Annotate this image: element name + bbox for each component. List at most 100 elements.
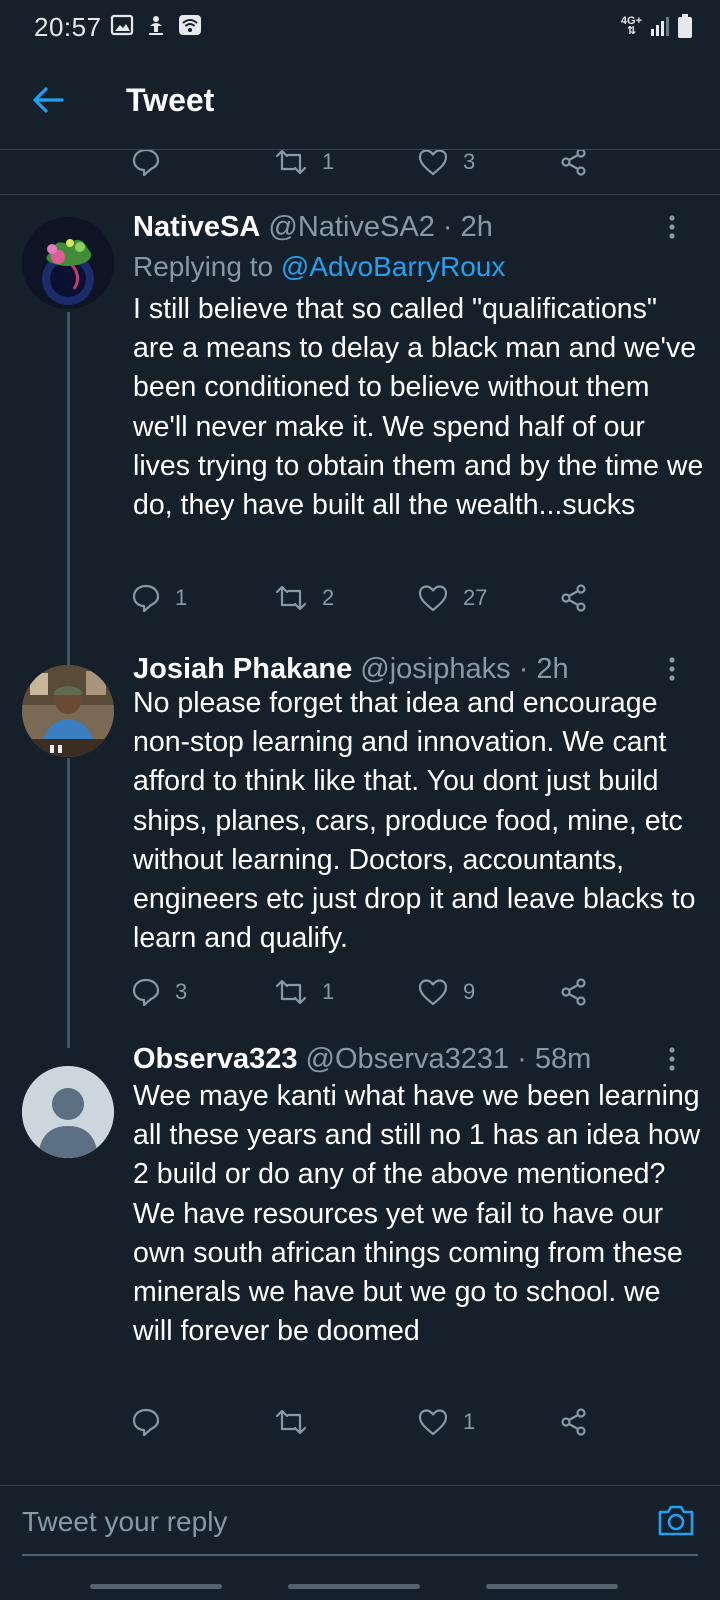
heart-icon [418, 1409, 448, 1436]
retweet-button[interactable] [274, 1404, 322, 1440]
retweet-button[interactable]: 1 [274, 974, 334, 1010]
handle[interactable]: @NativeSA2 [268, 211, 434, 243]
like-count: 3 [463, 150, 476, 174]
back-arrow-icon[interactable] [30, 82, 66, 118]
like-count: 9 [463, 979, 476, 1004]
like-count: 1 [463, 1409, 476, 1434]
share-icon [561, 978, 586, 1006]
status-system-icons: 4G+ ⇅ [621, 14, 692, 38]
battery-icon [678, 14, 692, 38]
avatar[interactable] [22, 1066, 114, 1158]
tweet-text: No please forget that idea and encourage… [133, 687, 696, 955]
default-profile-icon [22, 1066, 114, 1158]
reply-bar [0, 1485, 720, 1600]
mention-link[interactable]: @AdvoBarryRoux [281, 251, 506, 282]
share-button[interactable] [559, 974, 589, 1010]
reply-icon [132, 150, 160, 177]
camera-icon[interactable] [656, 1502, 696, 1538]
signal-icon [651, 17, 669, 36]
previous-tweet-actions: 1 3 [0, 150, 720, 195]
more-options-icon[interactable] [668, 214, 676, 240]
download-icon [149, 16, 163, 35]
like-count: 27 [463, 585, 488, 610]
reply-button[interactable]: 3 [131, 974, 187, 1010]
tweet-text: I still believe that so called "qualific… [133, 293, 704, 522]
tweet[interactable]: Observa323 @Observa3231 · 58m Wee maye k… [0, 1043, 720, 1480]
share-button[interactable] [559, 1404, 589, 1440]
status-bar: 20:57 4G+ ⇅ [0, 0, 720, 50]
like-button[interactable]: 3 [417, 150, 475, 180]
reply-button[interactable] [131, 1404, 175, 1440]
wifi-icon [179, 15, 201, 35]
retweet-count: 1 [322, 150, 335, 174]
retweet-icon [275, 150, 307, 175]
status-time: 20:57 [34, 12, 102, 42]
status-notification-icons [110, 14, 202, 36]
like-button[interactable]: 9 [417, 974, 475, 1010]
retweet-count: 2 [322, 585, 335, 610]
reply-icon [132, 584, 160, 613]
reply-button[interactable] [131, 150, 175, 180]
timestamp: · 2h [518, 653, 569, 685]
retweet-icon [275, 585, 307, 611]
avatar[interactable] [22, 665, 114, 757]
reply-count: 3 [175, 979, 188, 1004]
action-bar: 1 2 27 [131, 580, 611, 616]
share-icon [561, 150, 586, 176]
share-icon [561, 584, 586, 612]
display-name[interactable]: Josiah Phakane [133, 653, 352, 685]
action-bar: 1 [131, 1404, 611, 1440]
display-name[interactable]: Observa323 [133, 1043, 297, 1075]
action-bar: 3 1 9 [131, 974, 611, 1010]
handle[interactable]: @josiphaks [360, 653, 510, 685]
more-options-icon[interactable] [668, 1046, 676, 1072]
person-photo-avatar-image [22, 665, 114, 757]
thread-line [67, 638, 70, 666]
share-button[interactable] [559, 150, 589, 180]
reply-count: 1 [175, 585, 188, 610]
display-name[interactable]: NativeSA [133, 211, 260, 243]
thread-line [67, 312, 70, 648]
reply-button[interactable]: 1 [131, 580, 187, 616]
page-title: Tweet [126, 82, 215, 118]
thread-line [67, 758, 70, 1048]
flower-vase-avatar-image [22, 217, 114, 309]
retweet-icon [275, 1409, 307, 1435]
image-icon [110, 14, 134, 36]
timestamp: · 2h [442, 211, 493, 243]
app-header: Tweet [0, 50, 720, 150]
nav-back[interactable] [486, 1584, 618, 1589]
heart-icon [418, 150, 448, 176]
retweet-icon [275, 979, 307, 1005]
reply-icon [132, 978, 160, 1007]
tweet-header: Josiah Phakane @josiphaks · 2h [133, 650, 660, 688]
nav-home[interactable] [288, 1584, 420, 1589]
share-icon [561, 1408, 586, 1436]
handle[interactable]: @Observa3231 [306, 1043, 510, 1075]
retweet-button[interactable]: 1 [274, 150, 334, 180]
reply-input[interactable] [22, 1498, 662, 1546]
replying-to: Replying to @AdvoBarryRoux [133, 248, 505, 286]
retweet-button[interactable]: 2 [274, 580, 334, 616]
avatar[interactable] [22, 217, 114, 309]
tweet-text: Wee maye kanti what have we been learnin… [133, 1080, 701, 1348]
network-type: 4G+ ⇅ [621, 16, 642, 37]
reply-input-underline [22, 1554, 698, 1556]
tweet[interactable]: NativeSA @NativeSA2 · 2h Replying to @Ad… [0, 208, 720, 648]
tweet-header: NativeSA @NativeSA2 · 2h [133, 208, 660, 246]
data-arrows-icon: ⇅ [626, 25, 637, 37]
tweet-header: Observa323 @Observa3231 · 58m [133, 1040, 660, 1078]
timestamp: · 58m [517, 1043, 592, 1075]
nav-recent-apps[interactable] [90, 1584, 222, 1589]
more-options-icon[interactable] [668, 656, 676, 682]
like-button[interactable]: 27 [417, 580, 487, 616]
share-button[interactable] [559, 580, 589, 616]
replying-to-label: Replying to [133, 251, 274, 282]
tweet[interactable]: Josiah Phakane @josiphaks · 2h No please… [0, 638, 720, 1048]
heart-icon [418, 585, 448, 612]
like-button[interactable]: 1 [417, 1404, 475, 1440]
heart-icon [418, 979, 448, 1006]
action-bar: 1 3 [131, 150, 611, 180]
retweet-count: 1 [322, 979, 335, 1004]
reply-icon [132, 1408, 160, 1437]
